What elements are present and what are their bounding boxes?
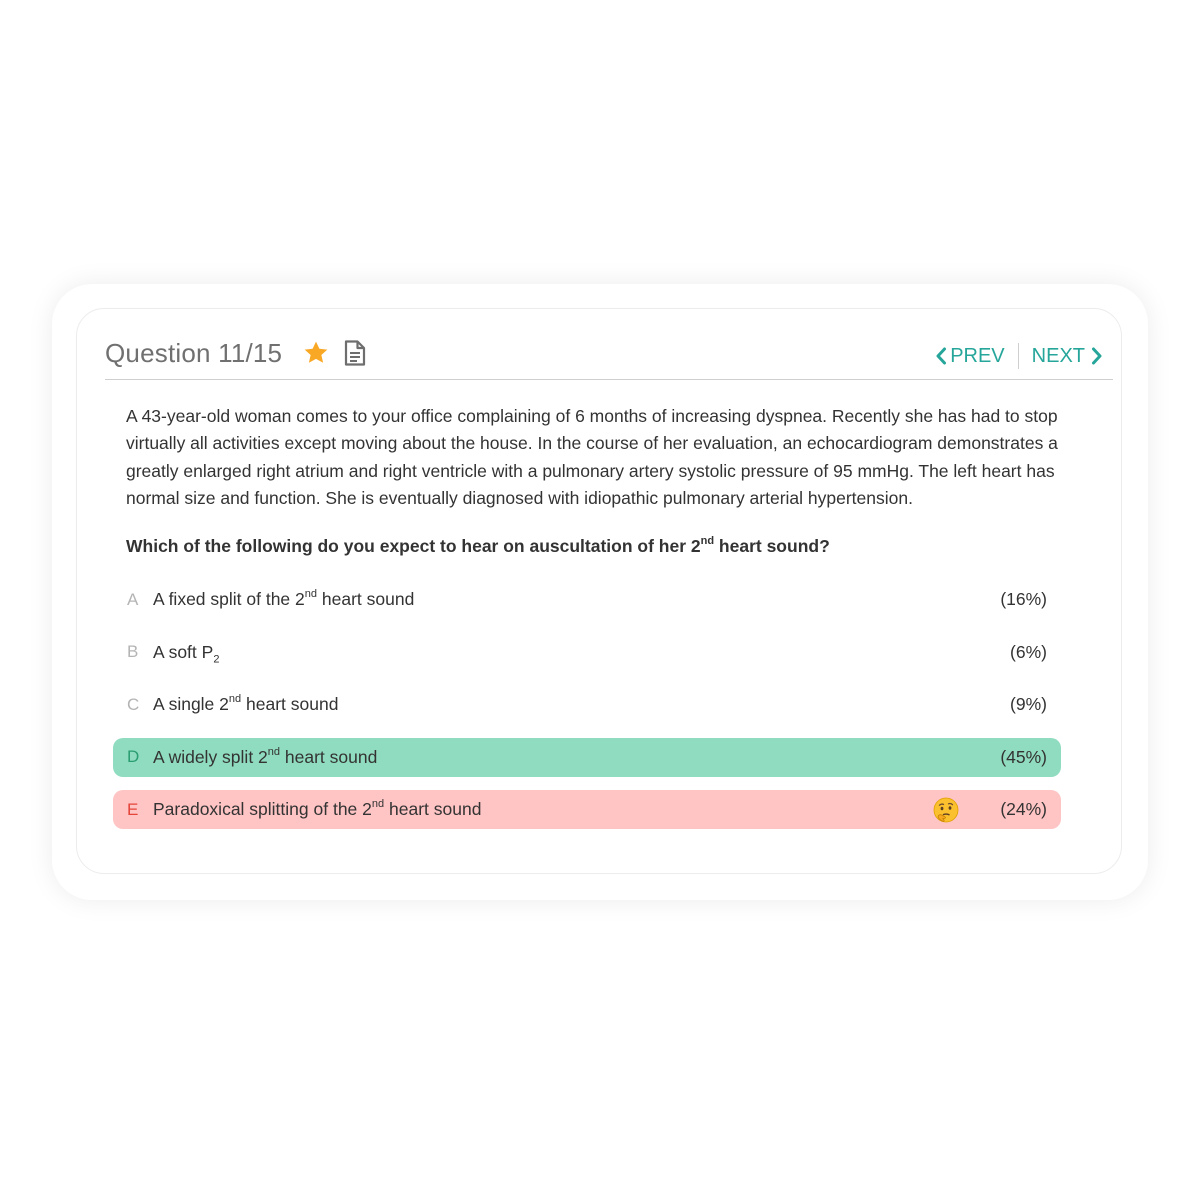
nav-divider	[1017, 343, 1019, 369]
answer-letter: E	[127, 799, 139, 819]
answer-letter: C	[127, 694, 140, 714]
answer-option-c[interactable]: C A single 2nd heart sound (9%)	[113, 685, 1061, 724]
question-header: Question 11/15 PREV NEXT	[105, 335, 1113, 380]
answer-percentage: (45%)	[1000, 746, 1047, 767]
question-prompt-text: Which of the following do you expect to …	[126, 536, 701, 556]
answer-option-b[interactable]: B A soft P2 (6%)	[113, 633, 1061, 672]
thinking-face-icon	[933, 797, 959, 823]
chevron-left-icon	[936, 347, 947, 365]
answer-text-main: A single 2	[153, 694, 229, 714]
document-icon[interactable]	[344, 340, 366, 366]
answer-percentage: (24%)	[1000, 799, 1047, 819]
answer-option-a[interactable]: A A fixed split of the 2nd heart sound (…	[113, 580, 1061, 619]
answer-text-tail: heart sound	[384, 799, 482, 819]
answer-letter: A	[127, 589, 139, 609]
question-counter: Question 11/15	[105, 338, 283, 368]
answer-text-main: A soft P	[153, 641, 214, 662]
question-prompt-tail: heart sound?	[714, 536, 830, 556]
answer-list: A A fixed split of the 2nd heart sound (…	[113, 580, 1061, 843]
answer-text-main: A fixed split of the 2	[153, 589, 305, 609]
answer-text-main: A widely split 2	[153, 746, 268, 767]
answer-text: A single 2nd heart sound	[153, 694, 977, 715]
star-icon[interactable]	[302, 339, 330, 367]
answer-option-e-selected-wrong[interactable]: E Paradoxical splitting of the 2nd heart…	[113, 790, 1061, 829]
answer-text-main: Paradoxical splitting of the 2	[153, 799, 372, 819]
prev-button[interactable]: PREV	[935, 344, 1005, 368]
answer-text-tail: heart sound	[280, 746, 378, 767]
answer-text: A soft P2	[153, 641, 977, 665]
subscript: 2	[213, 653, 220, 665]
answer-percentage: (6%)	[1010, 641, 1047, 662]
answer-text-tail: heart sound	[241, 694, 339, 714]
answer-percentage: (9%)	[1010, 694, 1047, 714]
question-navigation: PREV NEXT	[935, 341, 1103, 371]
answer-percentage: (16%)	[1000, 589, 1047, 609]
ordinal-suffix: nd	[371, 798, 385, 811]
answer-letter: B	[127, 642, 139, 661]
answer-text: A fixed split of the 2nd heart sound	[153, 589, 977, 610]
answer-text: Paradoxical splitting of the 2nd heart s…	[153, 799, 933, 820]
chevron-right-icon	[1092, 347, 1102, 365]
question-stem: A 43-year-old woman comes to your office…	[126, 406, 1058, 509]
question-card-shadow: Question 11/15 PREV NEXT A 43-year-old w…	[52, 284, 1148, 900]
question-card: Question 11/15 PREV NEXT A 43-year-old w…	[76, 308, 1122, 874]
ordinal-suffix: nd	[304, 588, 318, 601]
ordinal-suffix: nd	[700, 535, 715, 548]
ordinal-suffix: nd	[228, 693, 242, 706]
answer-letter: D	[127, 747, 140, 766]
prev-label: PREV	[950, 344, 1005, 367]
next-button[interactable]: NEXT	[1032, 345, 1103, 368]
answer-text: A widely split 2nd heart sound	[153, 745, 977, 768]
next-label: NEXT	[1031, 344, 1085, 367]
question-prompt: Which of the following do you expect to …	[126, 536, 1066, 557]
ordinal-suffix: nd	[267, 745, 281, 758]
answer-option-d-correct[interactable]: D A widely split 2nd heart sound (45%)	[113, 737, 1061, 777]
answer-text-tail: heart sound	[317, 589, 415, 609]
